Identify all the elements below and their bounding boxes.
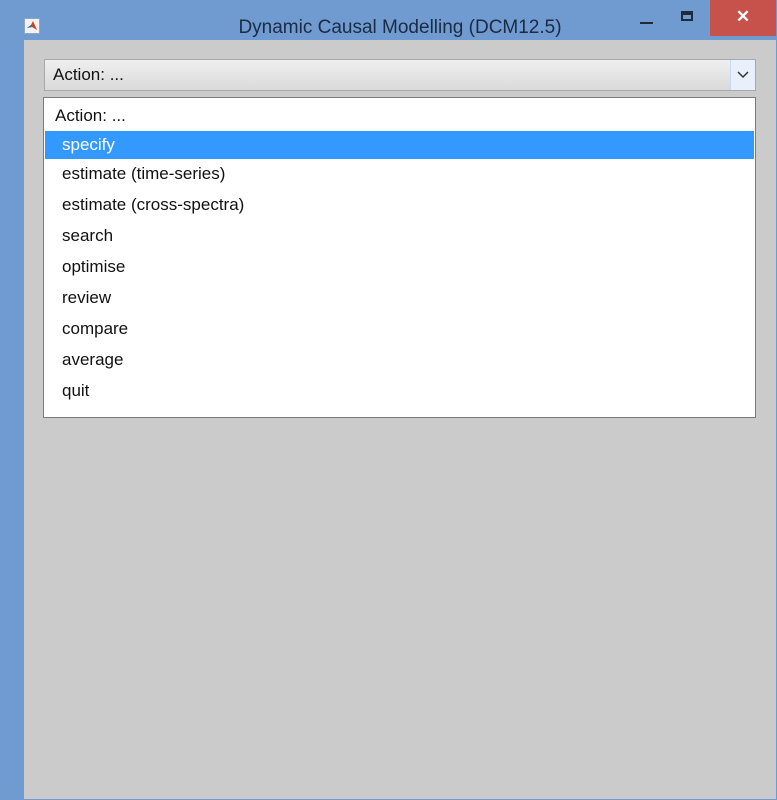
dropdown-arrow-button[interactable]: [730, 60, 755, 90]
dropdown-option-label: estimate (cross-spectra): [62, 195, 245, 214]
dropdown-option-label: compare: [62, 319, 129, 338]
dropdown-option-label: optimise: [62, 257, 126, 276]
dropdown-option-label: specify: [62, 135, 115, 154]
minimize-button[interactable]: [632, 0, 660, 36]
dcm-window: Dynamic Causal Modelling (DCM12.5) ✕ Act…: [0, 0, 777, 800]
dropdown-option-quit[interactable]: quit: [45, 377, 754, 405]
maximize-icon: [681, 11, 693, 21]
dropdown-option-optimise[interactable]: optimise: [45, 253, 754, 281]
matlab-logo-icon[interactable]: [24, 18, 40, 34]
dropdown-option-estimate-cross-spectra[interactable]: estimate (cross-spectra): [45, 191, 754, 219]
dropdown-option-label: average: [62, 350, 124, 369]
action-select[interactable]: Action: ...: [44, 59, 756, 91]
dropdown-option-action[interactable]: Action: ...: [45, 102, 754, 130]
chevron-down-icon: [737, 71, 749, 79]
dropdown-option-label: Action: ...: [55, 106, 126, 125]
minimize-icon: [640, 22, 653, 24]
dropdown-option-average[interactable]: average: [45, 346, 754, 374]
dropdown-option-label: review: [62, 288, 112, 307]
maximize-button[interactable]: [673, 0, 701, 36]
close-button[interactable]: ✕: [710, 0, 776, 36]
dropdown-option-search[interactable]: search: [45, 222, 754, 250]
client-area: Action: ... Action: ... specify estimate…: [24, 40, 776, 799]
dropdown-option-specify[interactable]: specify: [45, 131, 754, 159]
window-title: Dynamic Causal Modelling (DCM12.5): [238, 17, 562, 38]
title-bar[interactable]: Dynamic Causal Modelling (DCM12.5) ✕: [0, 0, 777, 40]
dropdown-option-review[interactable]: review: [45, 284, 754, 312]
dropdown-option-compare[interactable]: compare: [45, 315, 754, 343]
dropdown-option-label: quit: [62, 381, 90, 400]
action-select-value: Action: ...: [53, 65, 124, 84]
dropdown-option-estimate-time-series[interactable]: estimate (time-series): [45, 160, 754, 188]
action-dropdown-list: Action: ... specify estimate (time-serie…: [43, 97, 756, 418]
close-icon: ✕: [735, 7, 751, 26]
dropdown-option-label: search: [62, 226, 114, 245]
dropdown-option-label: estimate (time-series): [62, 164, 226, 183]
